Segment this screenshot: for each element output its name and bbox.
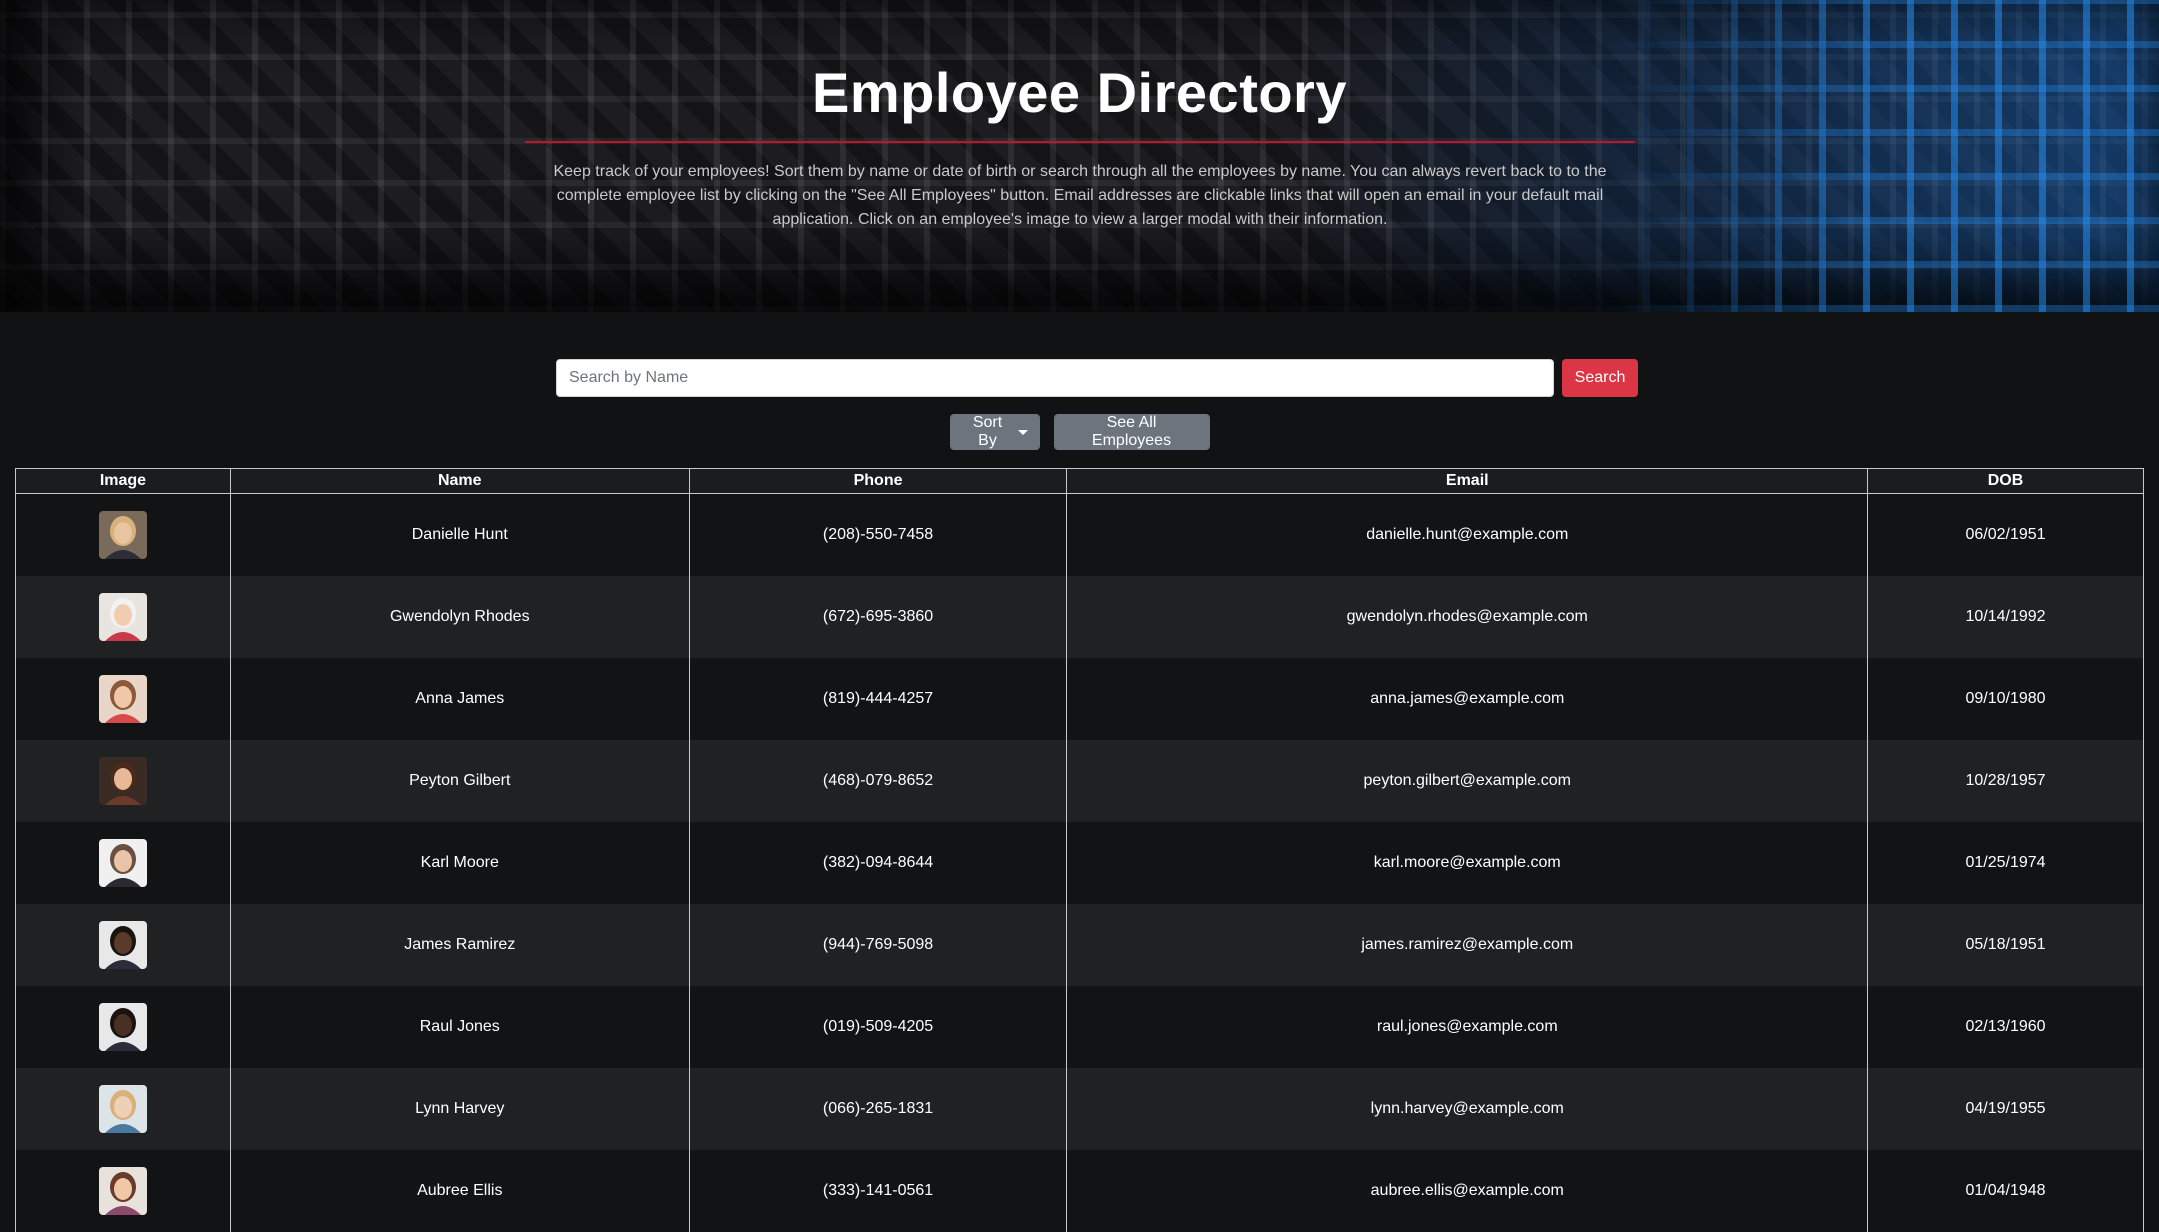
hero-background-pattern xyxy=(1599,0,2159,312)
employee-phone: (019)-509-4205 xyxy=(688,986,1068,1068)
employee-avatar[interactable] xyxy=(98,593,147,641)
employee-email-link[interactable]: peyton.gilbert@example.com xyxy=(1364,772,1571,789)
employee-dob: 10/14/1992 xyxy=(1867,576,2144,658)
employee-name: Lynn Harvey xyxy=(229,1068,690,1150)
table-row: Karl Moore (382)-094-8644 karl.moore@examp… xyxy=(15,822,2144,904)
search-input[interactable] xyxy=(556,359,1554,397)
employee-dob: 02/13/1960 xyxy=(1867,986,2144,1068)
employee-phone: (944)-769-5098 xyxy=(688,904,1068,986)
employee-image-cell xyxy=(15,658,231,740)
table-row: James Ramirez (944)-769-5098 james.ramirez… xyxy=(15,904,2144,986)
employee-name: Karl Moore xyxy=(229,822,690,904)
employee-email-cell: lynn.harvey@example.com xyxy=(1066,1068,1869,1150)
column-header-dob[interactable]: DOB xyxy=(1867,468,2144,494)
sort-by-dropdown[interactable]: Sort By xyxy=(949,414,1040,450)
employee-name: Anna James xyxy=(229,658,690,740)
employee-image-cell xyxy=(15,740,231,822)
page-title: Employee Directory xyxy=(812,61,1347,124)
employee-phone: (066)-265-1831 xyxy=(688,1068,1068,1150)
employee-name: Danielle Hunt xyxy=(229,493,690,576)
employee-email-link[interactable]: gwendolyn.rhodes@example.com xyxy=(1347,608,1588,625)
table-row: Raul Jones (019)-509-4205 raul.jones@examp… xyxy=(15,986,2144,1068)
column-header-email[interactable]: Email xyxy=(1066,468,1869,494)
employee-name: James Ramirez xyxy=(229,904,690,986)
employee-phone: (819)-444-4257 xyxy=(688,658,1068,740)
employee-name: Aubree Ellis xyxy=(229,1150,690,1232)
employee-email-link[interactable]: karl.moore@example.com xyxy=(1374,854,1561,871)
employee-avatar[interactable] xyxy=(98,1003,147,1051)
employee-avatar[interactable] xyxy=(98,1085,147,1133)
employee-email-cell: peyton.gilbert@example.com xyxy=(1066,740,1869,822)
employee-email-cell: anna.james@example.com xyxy=(1066,658,1869,740)
title-underline xyxy=(525,141,1635,143)
employee-email-link[interactable]: danielle.hunt@example.com xyxy=(1366,526,1568,543)
employee-name: Gwendolyn Rhodes xyxy=(229,576,690,658)
employee-email-cell: raul.jones@example.com xyxy=(1066,986,1869,1068)
employee-image-cell xyxy=(15,822,231,904)
page-description: Keep track of your employees! Sort them … xyxy=(553,163,1607,228)
employee-name: Peyton Gilbert xyxy=(229,740,690,822)
employee-email-link[interactable]: james.ramirez@example.com xyxy=(1361,936,1573,953)
employee-dob: 10/28/1957 xyxy=(1867,740,2144,822)
employee-table: Image Name Phone Email DOB Danielle Hunt… xyxy=(15,468,2144,1232)
employee-email-cell: gwendolyn.rhodes@example.com xyxy=(1066,576,1869,658)
search-button[interactable]: Search xyxy=(1562,359,1638,397)
column-header-name[interactable]: Name xyxy=(229,468,690,494)
employee-email-link[interactable]: aubree.ellis@example.com xyxy=(1371,1182,1564,1199)
table-row: Danielle Hunt (208)-550-7458 danielle.hunt… xyxy=(15,493,2144,576)
employee-image-cell xyxy=(15,1150,231,1232)
table-row: Lynn Harvey (066)-265-1831 lynn.harvey@exa… xyxy=(15,1068,2144,1150)
column-header-image[interactable]: Image xyxy=(15,468,231,494)
employee-email-link[interactable]: lynn.harvey@example.com xyxy=(1371,1100,1564,1117)
employee-image-cell xyxy=(15,904,231,986)
employee-image-cell xyxy=(15,576,231,658)
column-header-phone[interactable]: Phone xyxy=(688,468,1068,494)
employee-avatar[interactable] xyxy=(98,675,147,723)
employee-dob: 09/10/1980 xyxy=(1867,658,2144,740)
employee-email-cell: karl.moore@example.com xyxy=(1066,822,1869,904)
employee-avatar[interactable] xyxy=(98,839,147,887)
employee-name: Raul Jones xyxy=(229,986,690,1068)
employee-email-cell: james.ramirez@example.com xyxy=(1066,904,1869,986)
search-bar: Search xyxy=(556,359,1638,397)
employee-email-link[interactable]: anna.james@example.com xyxy=(1370,690,1564,707)
table-row: Peyton Gilbert (468)-079-8652 peyton.gilbe… xyxy=(15,740,2144,822)
table-row: Aubree Ellis (333)-141-0561 aubree.ellis@e… xyxy=(15,1150,2144,1232)
employee-phone: (382)-094-8644 xyxy=(688,822,1068,904)
employee-dob: 01/04/1948 xyxy=(1867,1150,2144,1232)
table-row: Anna James (819)-444-4257 anna.james@examp… xyxy=(15,658,2144,740)
employee-avatar[interactable] xyxy=(98,511,147,559)
table-header-row: Image Name Phone Email DOB xyxy=(15,468,2144,494)
employee-phone: (468)-079-8652 xyxy=(688,740,1068,822)
employee-phone: (208)-550-7458 xyxy=(688,493,1068,576)
employee-email-cell: danielle.hunt@example.com xyxy=(1066,493,1869,576)
employee-dob: 01/25/1974 xyxy=(1867,822,2144,904)
employee-image-cell xyxy=(15,986,231,1068)
employee-phone: (672)-695-3860 xyxy=(688,576,1068,658)
employee-email-cell: aubree.ellis@example.com xyxy=(1066,1150,1869,1232)
sort-by-label: Sort By xyxy=(972,414,1003,449)
table-row: Gwendolyn Rhodes (672)-695-3860 gwendolyn.… xyxy=(15,576,2144,658)
employee-avatar[interactable] xyxy=(98,757,147,805)
see-all-employees-button[interactable]: See All Employees xyxy=(1053,414,1210,450)
employee-dob: 05/18/1951 xyxy=(1867,904,2144,986)
employee-email-link[interactable]: raul.jones@example.com xyxy=(1377,1018,1558,1035)
employee-image-cell xyxy=(15,1068,231,1150)
employee-dob: 06/02/1951 xyxy=(1867,493,2144,576)
employee-avatar[interactable] xyxy=(98,1167,147,1215)
caret-down-icon xyxy=(1017,429,1028,435)
control-buttons: Sort By See All Employees xyxy=(0,414,2159,450)
employee-dob: 04/19/1955 xyxy=(1867,1068,2144,1150)
employee-avatar[interactable] xyxy=(98,921,147,969)
employee-image-cell xyxy=(15,493,231,576)
hero-banner: Employee Directory Keep track of your em… xyxy=(0,0,2159,312)
employee-phone: (333)-141-0561 xyxy=(688,1150,1068,1232)
